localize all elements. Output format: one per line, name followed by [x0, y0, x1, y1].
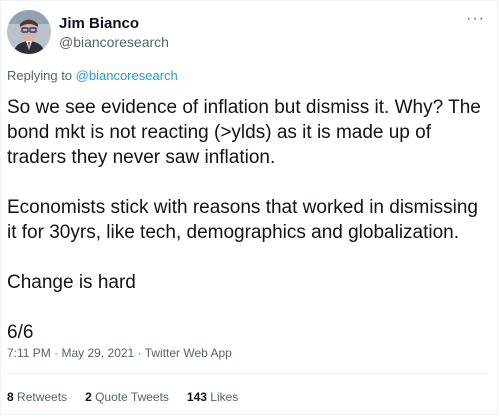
- tweet-time[interactable]: 7:11 PM: [7, 346, 51, 360]
- retweets-stat[interactable]: 8 Retweets: [7, 390, 67, 404]
- tweet-line: Change is hard: [7, 272, 136, 293]
- meta-separator: ·: [137, 346, 142, 360]
- tweet-card: Jim Bianco @biancoresearch ··· Replying …: [0, 0, 498, 415]
- likes-stat[interactable]: 143 Likes: [187, 390, 238, 404]
- retweets-count: 8: [7, 390, 14, 404]
- likes-label: Likes: [210, 390, 239, 404]
- tweet-line: Economists stick with reasons that worke…: [7, 197, 478, 218]
- tweet-source[interactable]: Twitter Web App: [145, 346, 232, 360]
- retweets-label: Retweets: [17, 390, 68, 404]
- replying-handle-link[interactable]: @biancoresearch: [76, 68, 178, 83]
- avatar[interactable]: [7, 10, 51, 54]
- replying-to: Replying to @biancoresearch: [7, 68, 178, 83]
- tweet-line: traders they never saw inflation.: [7, 147, 276, 168]
- quote-tweets-stat[interactable]: 2 Quote Tweets: [85, 390, 169, 404]
- likes-count: 143: [186, 390, 207, 404]
- tweet-text: So we see evidence of inflation but dism…: [7, 95, 493, 345]
- avatar-image: [7, 10, 51, 54]
- tweet-line: bond mkt is not reacting (>ylds) as it i…: [7, 122, 432, 143]
- tweet-date[interactable]: May 29, 2021: [62, 346, 135, 360]
- quote-tweets-count: 2: [85, 390, 92, 404]
- tweet-stats: 8 Retweets 2 Quote Tweets 143 Likes: [7, 390, 238, 404]
- quote-tweets-label: Quote Tweets: [95, 390, 169, 404]
- more-options-icon[interactable]: ···: [466, 10, 485, 28]
- replying-prefix: Replying to: [7, 68, 73, 83]
- author-handle[interactable]: @biancoresearch: [59, 34, 169, 50]
- tweet-line: it for 30yrs, like tech, demographics an…: [7, 222, 460, 243]
- divider: [7, 373, 489, 374]
- author-name[interactable]: Jim Bianco: [59, 15, 139, 32]
- tweet-meta: 7:11 PM · May 29, 2021 · Twitter Web App: [7, 346, 232, 360]
- tweet-line: 6/6: [7, 322, 34, 343]
- meta-separator: ·: [54, 346, 59, 360]
- tweet-line: So we see evidence of inflation but dism…: [7, 97, 481, 118]
